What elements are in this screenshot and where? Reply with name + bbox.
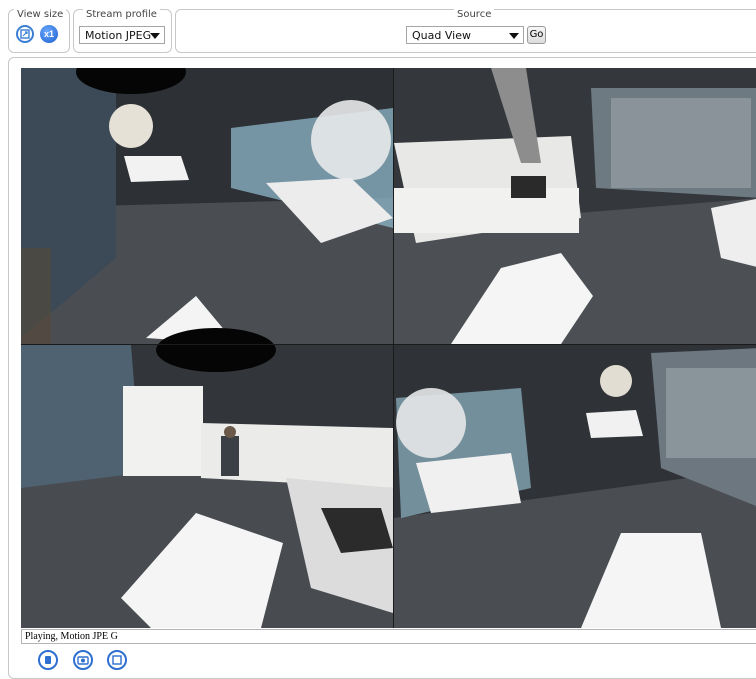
- quadrant-bottom-left: [21, 328, 393, 628]
- snapshot-icon[interactable]: [73, 650, 93, 670]
- stream-profile-select[interactable]: Motion JPEG: [79, 26, 165, 44]
- stream-profile-group: Stream profile Motion JPEG: [73, 9, 172, 53]
- quadrant-top-left: [21, 68, 393, 344]
- source-value: Quad View: [412, 29, 471, 42]
- fit-window-button[interactable]: [16, 25, 34, 43]
- source-select[interactable]: Quad View: [406, 26, 524, 44]
- source-group: Source Quad View Go: [175, 9, 756, 53]
- stop-icon[interactable]: [38, 650, 58, 670]
- quadrant-top-right: [394, 68, 756, 344]
- video-view[interactable]: [21, 68, 756, 628]
- go-button[interactable]: Go: [527, 26, 546, 44]
- chevron-down-icon: [150, 33, 160, 39]
- bottom-toolbar: [38, 650, 138, 670]
- chevron-down-icon: [509, 33, 519, 39]
- stream-profile-value: Motion JPEG: [85, 29, 152, 42]
- status-bar: Playing, Motion JPE G: [21, 629, 756, 644]
- view-size-legend: View size: [14, 9, 67, 20]
- quad-video-image: [21, 68, 756, 628]
- quadrant-bottom-right: [394, 345, 756, 628]
- scale-x1-button[interactable]: x1: [40, 25, 58, 43]
- fit-window-icon: [20, 29, 30, 39]
- fullscreen-icon[interactable]: [107, 650, 127, 670]
- stream-profile-legend: Stream profile: [83, 9, 160, 20]
- view-size-group: View size x1: [8, 9, 70, 53]
- source-legend: Source: [454, 9, 495, 20]
